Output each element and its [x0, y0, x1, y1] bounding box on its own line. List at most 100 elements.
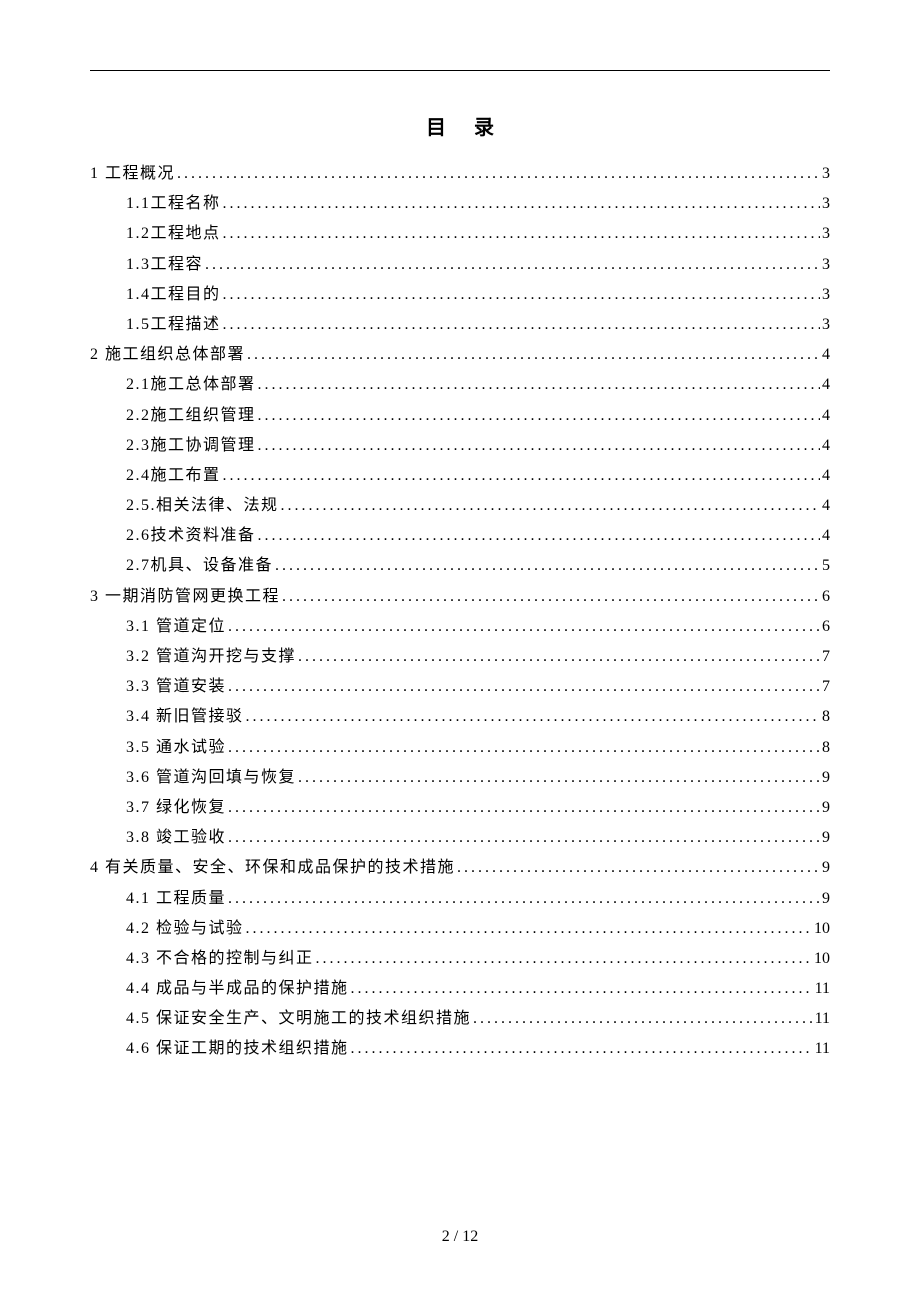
toc-entry: 3.3 管道安装7 [90, 679, 830, 695]
toc-title: 目录 [90, 111, 830, 140]
toc-entry-page: 3 [820, 287, 830, 303]
toc-dot-leader [244, 709, 820, 725]
toc-entry: 2.1施工总体部署 4 [90, 377, 830, 393]
toc-entry-label: 2 施工组织总体部署 [90, 347, 245, 363]
toc-entry-page: 4 [820, 408, 830, 424]
toc-entry: 3.4 新旧管接驳8 [90, 709, 830, 725]
toc-dot-leader [256, 528, 820, 544]
toc-entry-label: 2.3施工协调管理 [90, 438, 256, 454]
toc-dot-leader [226, 740, 820, 756]
toc-dot-leader [221, 226, 820, 242]
toc-entry: 1.2工程地点 3 [90, 226, 830, 242]
toc-entry: 4.5 保证安全生产、文明施工的技术组织措施 11 [90, 1011, 830, 1027]
toc-dot-leader [245, 347, 820, 363]
toc-entry-page: 4 [820, 498, 830, 514]
toc-entry-page: 10 [812, 921, 830, 937]
toc-entry-label: 3.3 管道安装 [90, 679, 226, 695]
toc-entry: 1.4工程目的 3 [90, 287, 830, 303]
toc-entry: 3.5 通水试验 8 [90, 740, 830, 756]
toc-entry-label: 4.2 检验与试验 [90, 921, 244, 937]
toc-entry: 4 有关质量、安全、环保和成品保护的技术措施9 [90, 860, 830, 876]
toc-entry-page: 3 [820, 226, 830, 242]
toc-dot-leader [226, 800, 820, 816]
toc-dot-leader [244, 921, 812, 937]
toc-dot-leader [280, 589, 820, 605]
toc-entry-label: 2.5.相关法律、法规 [90, 498, 279, 514]
toc-entry: 4.3 不合格的控制与纠正10 [90, 951, 830, 967]
toc-dot-leader [471, 1011, 813, 1027]
toc-entry: 2.5.相关法律、法规 4 [90, 498, 830, 514]
toc-dot-leader [273, 558, 820, 574]
toc-dot-leader [226, 830, 820, 846]
toc-entry: 4.1 工程质量 9 [90, 891, 830, 907]
toc-dot-leader [226, 891, 820, 907]
toc-dot-leader [455, 860, 820, 876]
toc-entry-page: 5 [820, 558, 830, 574]
toc-entry-page: 10 [812, 951, 830, 967]
toc-entry-page: 4 [820, 347, 830, 363]
toc-entry-page: 3 [820, 317, 830, 333]
toc-entry-page: 7 [820, 649, 830, 665]
toc-entry-page: 6 [820, 589, 830, 605]
toc-entry-page: 11 [813, 1011, 830, 1027]
toc-entry-label: 1.5工程描述 [90, 317, 221, 333]
toc-entry: 3.8 竣工验收9 [90, 830, 830, 846]
toc-entry-label: 3.8 竣工验收 [90, 830, 226, 846]
toc-entry-label: 3.6 管道沟回填与恢复 [90, 770, 296, 786]
toc-dot-leader [349, 1041, 813, 1057]
toc-entry-page: 9 [820, 891, 830, 907]
toc-entry-label: 3.1 管道定位 [90, 619, 226, 635]
toc-entry: 1.1工程名称3 [90, 196, 830, 212]
toc-entry-page: 9 [820, 800, 830, 816]
toc-dot-leader [226, 619, 820, 635]
page-footer: 2 / 12 [0, 1228, 920, 1246]
toc-entry-page: 11 [813, 1041, 830, 1057]
toc-dot-leader [349, 981, 813, 997]
toc-dot-leader [314, 951, 812, 967]
toc-entry-label: 3.2 管道沟开挖与支撑 [90, 649, 296, 665]
toc-entry: 1.5工程描述 3 [90, 317, 830, 333]
toc-entry: 3.6 管道沟回填与恢复 9 [90, 770, 830, 786]
toc-entry: 3.7 绿化恢复 9 [90, 800, 830, 816]
toc-entry: 2.3施工协调管理4 [90, 438, 830, 454]
toc-entry-label: 2.6技术资料准备 [90, 528, 256, 544]
toc-dot-leader [221, 317, 820, 333]
toc-list: 1 工程概况31.1工程名称31.2工程地点31.3工程容31.4工程目的31.… [90, 166, 830, 1057]
toc-entry: 4.2 检验与试验 10 [90, 921, 830, 937]
toc-entry-label: 3.4 新旧管接驳 [90, 709, 244, 725]
toc-dot-leader [256, 377, 820, 393]
toc-entry-label: 1.4工程目的 [90, 287, 221, 303]
toc-dot-leader [221, 468, 820, 484]
toc-entry-page: 3 [820, 166, 830, 182]
toc-entry-label: 4.1 工程质量 [90, 891, 226, 907]
toc-dot-leader [203, 257, 820, 273]
toc-entry-label: 2.2施工组织管理 [90, 408, 256, 424]
toc-entry-page: 4 [820, 468, 830, 484]
toc-entry-label: 3.5 通水试验 [90, 740, 226, 756]
toc-entry-label: 1.3工程容 [90, 257, 203, 273]
toc-dot-leader [226, 679, 820, 695]
toc-entry-page: 6 [820, 619, 830, 635]
toc-entry-label: 2.1施工总体部署 [90, 377, 256, 393]
toc-entry-page: 3 [820, 257, 830, 273]
toc-entry-page: 11 [813, 981, 830, 997]
toc-entry: 3.1 管道定位 6 [90, 619, 830, 635]
toc-entry-page: 4 [820, 377, 830, 393]
toc-entry: 2.7机具、设备准备5 [90, 558, 830, 574]
toc-entry-page: 9 [820, 770, 830, 786]
toc-entry-label: 1.2工程地点 [90, 226, 221, 242]
toc-dot-leader [279, 498, 820, 514]
toc-dot-leader [296, 649, 820, 665]
toc-dot-leader [256, 408, 820, 424]
top-horizontal-rule [90, 70, 830, 71]
toc-entry: 3.2 管道沟开挖与支撑 7 [90, 649, 830, 665]
toc-entry-page: 8 [820, 740, 830, 756]
toc-dot-leader [221, 287, 820, 303]
toc-entry-page: 4 [820, 528, 830, 544]
toc-entry-label: 4.6 保证工期的技术组织措施 [90, 1041, 349, 1057]
toc-dot-leader [175, 166, 820, 182]
toc-entry: 2.6技术资料准备 4 [90, 528, 830, 544]
toc-entry-label: 3.7 绿化恢复 [90, 800, 226, 816]
toc-entry-label: 4.5 保证安全生产、文明施工的技术组织措施 [90, 1011, 471, 1027]
toc-entry-page: 9 [820, 860, 830, 876]
